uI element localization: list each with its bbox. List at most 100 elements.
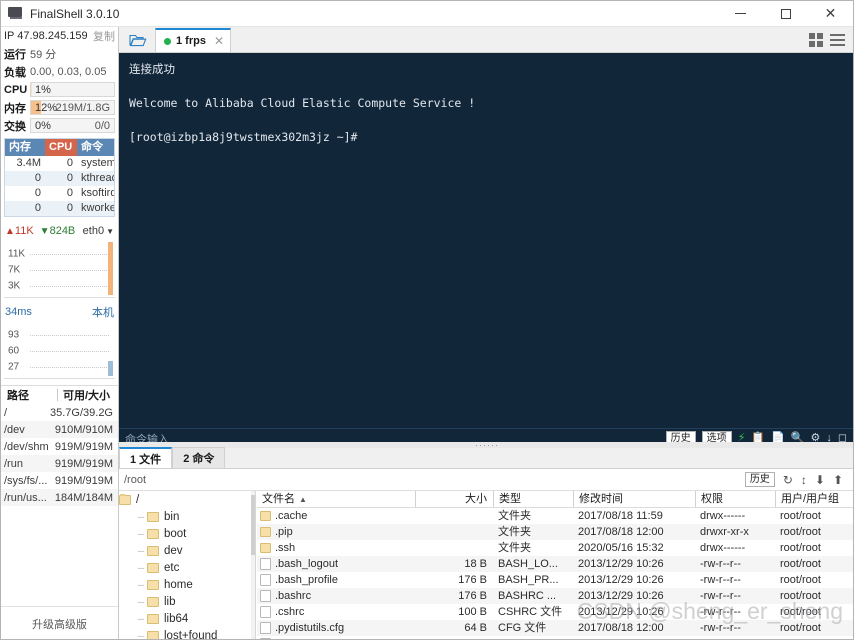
- copy-ip-button[interactable]: 复制: [93, 28, 115, 44]
- upload-icon[interactable]: ⬆: [833, 474, 843, 486]
- tree-scrollbar[interactable]: [251, 491, 255, 639]
- file-name: .cshrc: [275, 606, 305, 618]
- process-row[interactable]: 3.4M 0 systemd: [5, 156, 114, 171]
- transfer-icon[interactable]: ↕: [801, 474, 807, 486]
- file-icon: [260, 606, 271, 618]
- chevron-down-icon[interactable]: ▼: [106, 227, 114, 236]
- network-upload-value: 11K: [14, 225, 34, 237]
- disk-row[interactable]: /dev/shm 919M/919M: [1, 438, 118, 455]
- table-row[interactable]: .bash_logout 18 B BASH_LO... 2013/12/29 …: [257, 556, 853, 572]
- file-mtime: 2013/12/29 10:26: [578, 574, 664, 586]
- server-ip-label: IP 47.98.245.159: [4, 30, 88, 42]
- download-icon[interactable]: ⬇: [815, 474, 825, 486]
- cpu-meter-row: CPU 1%: [1, 81, 118, 98]
- refresh-icon[interactable]: ↻: [783, 474, 793, 486]
- swap-meter-percent: 0%: [35, 120, 51, 132]
- tree-item-lib[interactable]: ─ lib: [119, 593, 255, 610]
- column-header-name[interactable]: 文件名 ▲: [257, 491, 415, 507]
- terminal-output[interactable]: 连接成功 Welcome to Alibaba Cloud Elastic Co…: [119, 53, 853, 428]
- disk-row[interactable]: /dev 910M/910M: [1, 421, 118, 438]
- close-icon[interactable]: ✕: [214, 34, 224, 48]
- column-header-size[interactable]: 大小: [415, 491, 493, 507]
- grid-view-icon[interactable]: [809, 33, 823, 47]
- table-row[interactable]: .tcshrc 129 B TCSHRC ... 2013/12/29 10:2…: [257, 636, 853, 639]
- open-folder-button[interactable]: [119, 26, 155, 52]
- disk-header-size[interactable]: 可用/大小: [63, 387, 118, 403]
- table-row[interactable]: .bashrc 176 B BASHRC ... 2013/12/29 10:2…: [257, 588, 853, 604]
- tree-item-label: bin: [164, 510, 180, 523]
- column-header-mtime[interactable]: 修改时间: [573, 491, 695, 507]
- disk-path: /run/us...: [4, 491, 47, 504]
- file-size: 64 B: [464, 622, 487, 634]
- table-row[interactable]: .pip 文件夹 2017/08/18 12:00 drwxr-xr-x roo…: [257, 524, 853, 540]
- bottom-panel-tabs: 1 文件 2 命令: [119, 447, 853, 469]
- tree-item-bin[interactable]: ─ bin: [119, 508, 255, 525]
- tree-item-dev[interactable]: ─ dev: [119, 542, 255, 559]
- column-header-owner[interactable]: 用户/用户组: [775, 491, 853, 507]
- path-history-button[interactable]: 历史: [744, 472, 775, 487]
- process-row[interactable]: 0 0 kworker/0: [5, 201, 114, 216]
- file-name-cell: .ssh: [257, 542, 415, 554]
- window-controls: ✕: [718, 1, 853, 27]
- process-row[interactable]: 0 0 ksoftirqd/: [5, 186, 114, 201]
- swap-meter-label: 交换: [4, 120, 26, 133]
- file-permissions: drwx------: [700, 510, 746, 522]
- disk-row[interactable]: /run 919M/919M: [1, 455, 118, 472]
- directory-tree[interactable]: / ─ bin ─ boot ─ dev ─ etc ─ home ─ lib …: [119, 491, 256, 639]
- column-header-permissions[interactable]: 权限: [695, 491, 775, 507]
- disk-header-path[interactable]: 路径: [1, 387, 57, 403]
- file-list[interactable]: 文件名 ▲ 大小 类型 修改时间 权限 用户/用户组 .cache 文件夹 201…: [257, 491, 853, 639]
- file-size: 100 B: [458, 606, 487, 618]
- file-mtime: 2013/12/29 10:26: [578, 590, 664, 602]
- disk-row[interactable]: /run/us... 184M/184M: [1, 489, 118, 506]
- process-row[interactable]: 0 0 kthreadd: [5, 171, 114, 186]
- ping-host-label[interactable]: 本机: [92, 304, 114, 320]
- table-row[interactable]: .ssh 文件夹 2020/05/16 15:32 drwx------ roo…: [257, 540, 853, 556]
- memory-meter-percent: 12%: [35, 102, 58, 114]
- disk-row[interactable]: / 35.7G/39.2G: [1, 404, 118, 421]
- disk-usage-table: 路径 可用/大小 / 35.7G/39.2G /dev 910M/910M /d…: [1, 385, 118, 506]
- tab-commands[interactable]: 2 命令: [172, 447, 226, 468]
- process-memory: 0: [34, 202, 41, 214]
- table-row[interactable]: .cshrc 100 B CSHRC 文件 2013/12/29 10:26 -…: [257, 604, 853, 620]
- tree-item-etc[interactable]: ─ etc: [119, 559, 255, 576]
- network-interface-select[interactable]: eth0: [83, 225, 104, 237]
- table-row[interactable]: .pydistutils.cfg 64 B CFG 文件 2017/08/18 …: [257, 620, 853, 636]
- tree-item-home[interactable]: ─ home: [119, 576, 255, 593]
- tree-root-item[interactable]: /: [119, 491, 255, 508]
- process-memory: 3.4M: [16, 157, 41, 169]
- close-icon: ✕: [824, 5, 837, 22]
- tab-files[interactable]: 1 文件: [119, 447, 173, 468]
- upgrade-premium-button[interactable]: 升级高级版: [1, 606, 118, 639]
- path-input[interactable]: /root: [119, 474, 146, 486]
- server-ip-row: IP 47.98.245.159 复制: [1, 27, 118, 45]
- maximize-button[interactable]: [763, 1, 808, 27]
- process-cpu: 0: [66, 157, 73, 169]
- disk-path: /sys/fs/...: [4, 474, 48, 487]
- window-title: FinalShell 3.0.10: [30, 6, 120, 21]
- list-view-icon[interactable]: [830, 34, 845, 46]
- folder-icon: [260, 543, 271, 553]
- file-type: CSHRC 文件: [498, 606, 563, 618]
- process-table: 内存 CPU 命令 3.4M 0 systemd 0 0 kthreadd 0 …: [4, 138, 115, 217]
- disk-row[interactable]: /sys/fs/... 919M/919M: [1, 472, 118, 489]
- column-header-type[interactable]: 类型: [493, 491, 573, 507]
- process-header-command[interactable]: 命令: [77, 139, 114, 156]
- close-button[interactable]: ✕: [808, 1, 853, 27]
- minimize-button[interactable]: [718, 1, 763, 27]
- tree-item-lib64[interactable]: ─ lib64: [119, 610, 255, 627]
- process-header-cpu[interactable]: CPU: [45, 139, 77, 156]
- file-permissions: -rw-r--r--: [700, 590, 741, 602]
- view-mode-buttons: [809, 33, 853, 52]
- network-download-value: 824B: [49, 225, 76, 237]
- table-row[interactable]: .bash_profile 176 B BASH_PR... 2013/12/2…: [257, 572, 853, 588]
- tree-item-lost-found[interactable]: ─ lost+found: [119, 627, 255, 639]
- ping-ytick: 93: [8, 329, 20, 341]
- session-tab-frps[interactable]: 1 frps ✕: [155, 28, 232, 52]
- cpu-meter-label: CPU: [4, 83, 28, 96]
- process-header-memory[interactable]: 内存: [5, 139, 45, 156]
- table-row[interactable]: .cache 文件夹 2017/08/18 11:59 drwx------ r…: [257, 508, 853, 524]
- tree-item-boot[interactable]: ─ boot: [119, 525, 255, 542]
- network-graph-block: ▲ 11K ▼ 824B eth0 ▼ 11K 7K 3K: [1, 223, 118, 298]
